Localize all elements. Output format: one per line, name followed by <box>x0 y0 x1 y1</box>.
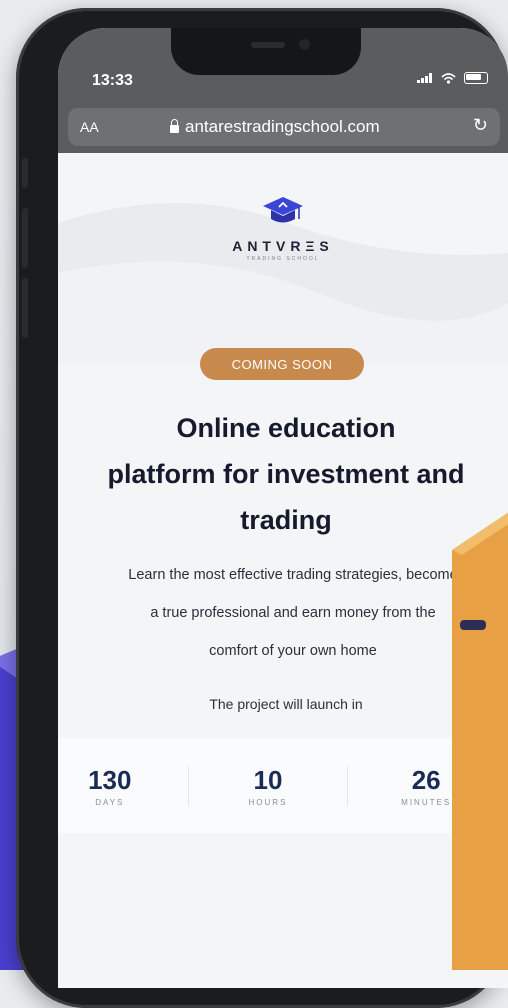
signal-icon <box>417 73 432 83</box>
brand-name: ANTVRΞS <box>232 238 334 254</box>
graduation-cap-icon <box>263 197 303 223</box>
page-headline: Online education platform for investment… <box>58 405 508 543</box>
description-line-3: comfort of your own home <box>209 643 377 659</box>
reload-icon[interactable]: ↻ <box>473 115 488 136</box>
countdown-hours-value: 10 <box>253 764 283 795</box>
countdown-days-label: DAYS <box>95 797 125 807</box>
countdown-divider <box>188 765 190 806</box>
battery-icon <box>464 72 488 84</box>
launch-text: The project will launch in <box>209 696 363 712</box>
orange-cube-decoration <box>452 512 508 970</box>
lock-icon <box>170 119 179 133</box>
url-text[interactable]: antarestradingschool.com <box>185 117 380 137</box>
page-description: Learn the most effective trading strateg… <box>58 556 508 670</box>
countdown-divider <box>346 765 348 806</box>
headline-line-3: trading <box>240 505 332 535</box>
countdown-timer: 130 DAYS 10 HOURS 26 MINUTES <box>58 738 498 833</box>
countdown-hours: 10 HOURS <box>203 765 333 807</box>
wifi-icon <box>441 72 456 84</box>
headline-line-2: platform for investment and <box>107 459 465 489</box>
countdown-hours-label: HOURS <box>248 797 288 807</box>
brand-subtitle: TRADING SCHOOL <box>246 256 320 262</box>
coming-soon-badge: COMING SOON <box>200 348 364 380</box>
status-icons <box>417 72 488 84</box>
description-line-1: Learn the most effective trading strateg… <box>128 567 458 583</box>
countdown-days-value: 130 <box>88 764 132 795</box>
description-line-2: a true professional and earn money from … <box>150 605 436 621</box>
status-area: 13:33 AA antarestradingschool.com ↻ <box>58 28 508 153</box>
phone-screen: 13:33 AA antarestradingschool.com ↻ ANTV… <box>58 28 508 988</box>
text-size-button[interactable]: AA <box>80 119 170 135</box>
headline-line-1: Online education <box>176 413 396 443</box>
status-time: 13:33 <box>92 72 133 89</box>
address-bar[interactable]: AA antarestradingschool.com ↻ <box>68 108 500 146</box>
notch <box>171 28 361 75</box>
site-logo[interactable]: ANTVRΞS TRADING SCHOOL <box>58 195 508 262</box>
web-page: ANTVRΞS TRADING SCHOOL COMING SOON Onlin… <box>58 153 508 988</box>
countdown-days: 130 DAYS <box>58 765 175 807</box>
